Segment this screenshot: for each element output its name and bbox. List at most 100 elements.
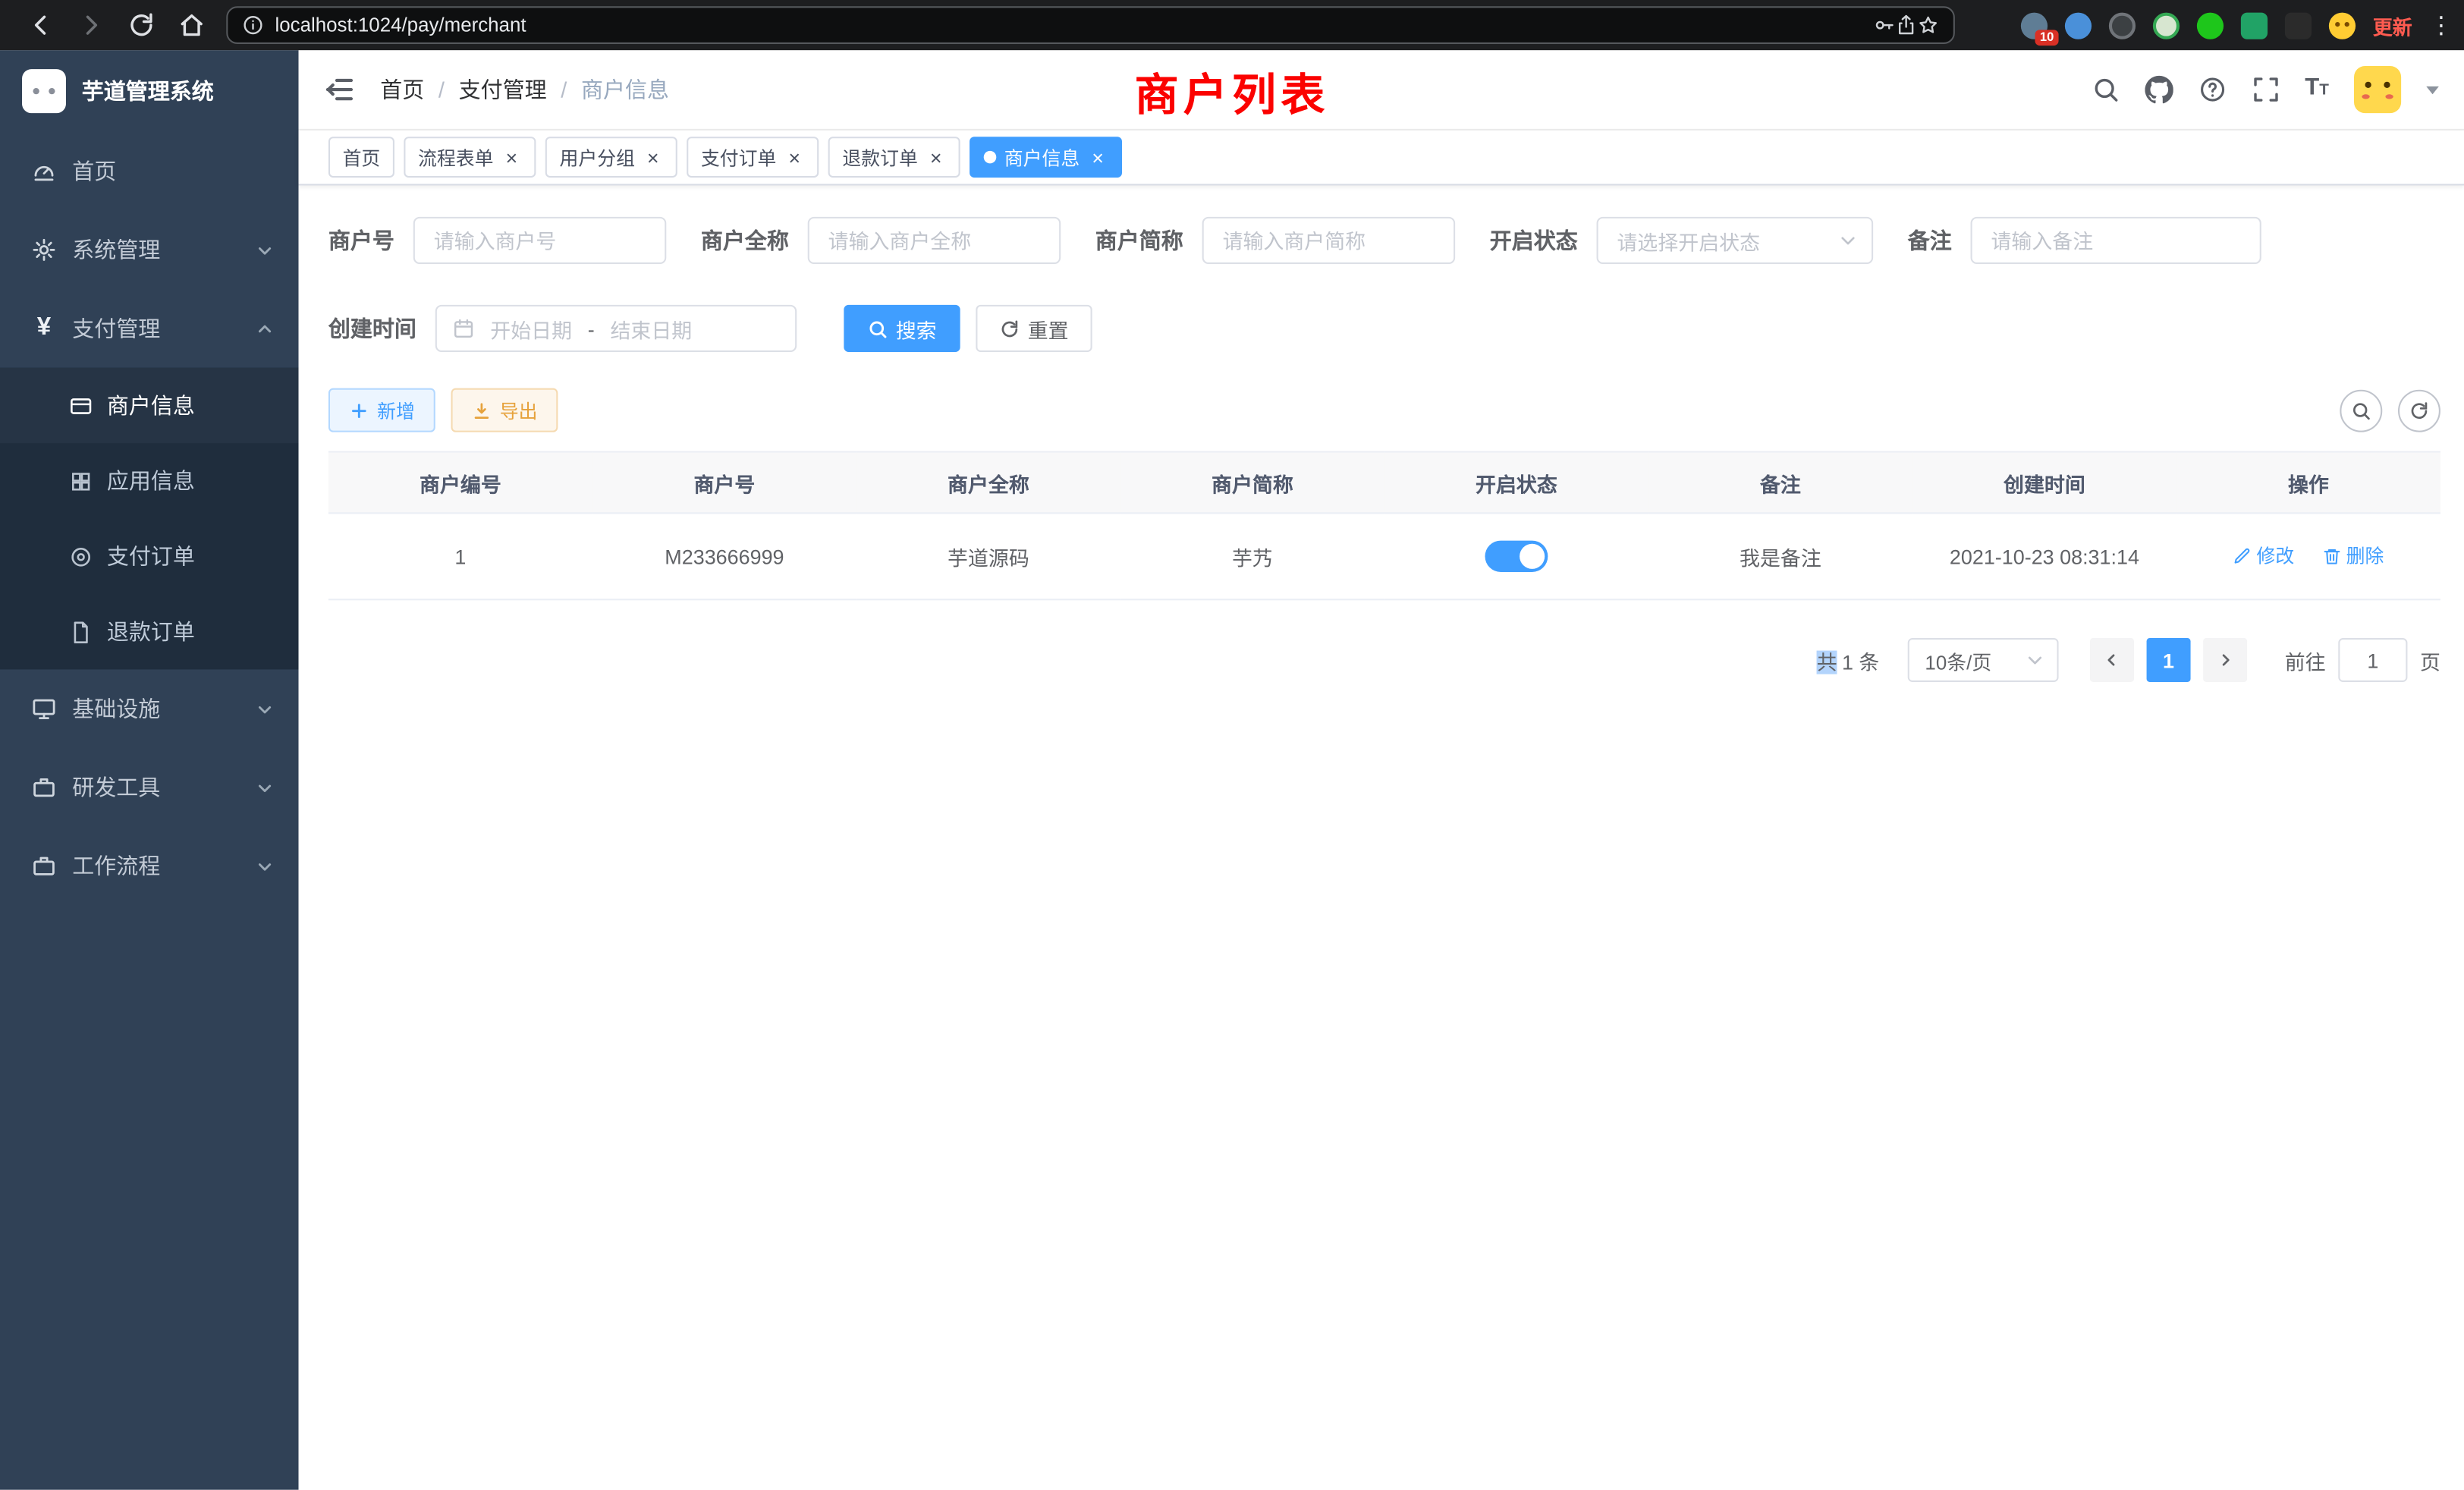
sidebar-item-app-info[interactable]: 应用信息 [0,443,299,518]
edit-button[interactable]: 修改 [2233,542,2294,569]
extension-icon[interactable] [2153,12,2180,39]
tab-merchant-info[interactable]: 商户信息× [970,137,1122,178]
page-number-1[interactable]: 1 [2147,638,2191,682]
chrome-extensions-area: 10 更新 ⋮ [2021,10,2448,39]
briefcase-icon [31,853,56,879]
github-icon[interactable] [2145,75,2173,103]
sidebar-item-devtools[interactable]: 研发工具 [0,748,299,827]
merchant-table: 商户编号 商户号 商户全称 商户简称 开启状态 备注 创建时间 操作 1 [328,451,2440,601]
breadcrumb: 首页 / 支付管理 / 商户信息 [380,74,669,105]
hamburger-icon[interactable] [324,74,355,105]
pagination: 共1 条 10条/页 1 前往 页 [328,638,2440,682]
next-page-button[interactable] [2203,638,2247,682]
extension-icon[interactable] [2109,12,2136,39]
url-bar[interactable]: localhost:1024/pay/merchant [226,6,1955,44]
delete-button[interactable]: 删除 [2323,542,2384,569]
close-icon[interactable]: × [501,147,522,168]
breadcrumb-pay[interactable]: 支付管理 [459,74,547,105]
refresh-icon[interactable] [2398,389,2440,432]
sidebar-item-pay-order[interactable]: 支付订单 [0,519,299,594]
sidebar-item-merchant-info[interactable]: 商户信息 [0,368,299,443]
breadcrumb-separator: / [561,77,567,102]
show-search-icon[interactable] [2340,389,2382,432]
tab-home[interactable]: 首页 [328,137,394,178]
cell-id: 1 [328,513,592,599]
annotation-merchant-list: 商户列表 [1135,61,1330,124]
bookmark-star-icon[interactable] [1917,14,1939,36]
back-icon[interactable] [27,11,55,39]
logo [22,69,66,113]
close-icon[interactable]: × [1088,147,1108,168]
info-icon[interactable] [242,14,264,36]
calendar-icon [453,317,475,339]
breadcrumb-separator: / [438,77,445,102]
top-navbar: 首页 / 支付管理 / 商户信息 商户列表 TT [299,50,2464,130]
search-button[interactable]: 搜索 [844,305,960,352]
tab-pay-order[interactable]: 支付订单× [687,137,819,178]
share-icon[interactable] [1895,14,1917,36]
status-select[interactable]: 请选择开启状态 [1597,217,1874,264]
table-row: 1 M233666999 芋道源码 芋艿 我是备注 2021-10-23 08:… [328,513,2440,599]
tab-process-form[interactable]: 流程表单× [404,137,536,178]
browser-profile-avatar[interactable] [2329,12,2356,39]
avatar[interactable] [2354,66,2401,113]
close-icon[interactable]: × [643,147,663,168]
search-icon[interactable] [2091,75,2119,103]
extension-icon[interactable]: 10 [2021,12,2048,39]
help-icon[interactable] [2198,75,2226,103]
full-name-input[interactable] [808,217,1061,264]
goto-page-input[interactable] [2338,638,2407,682]
browser-update-button[interactable]: 更新 [2373,10,2412,39]
sidebar-item-home[interactable]: 首页 [0,132,299,211]
home-icon[interactable] [178,11,206,39]
tab-user-group[interactable]: 用户分组× [545,137,677,178]
short-name-input[interactable] [1202,217,1456,264]
cell-remark: 我是备注 [1648,513,1912,599]
tab-refund-order[interactable]: 退款订单× [828,137,960,178]
status-toggle[interactable] [1485,541,1548,572]
logo-row[interactable]: 芋道管理系统 [0,50,299,132]
chevron-down-icon [256,700,274,718]
extension-icon[interactable] [2241,12,2268,39]
chevron-up-icon [256,320,274,338]
export-button[interactable]: 导出 [451,388,558,432]
main: 首页 / 支付管理 / 商户信息 商户列表 TT [299,50,2464,1489]
field-remark: 备注 [1908,217,2261,264]
close-icon[interactable]: × [784,147,805,168]
field-merchant-no: 商户号 [328,217,666,264]
sidebar-item-system[interactable]: 系统管理 [0,211,299,290]
remark-input[interactable] [1971,217,2261,264]
reset-button[interactable]: 重置 [976,305,1092,352]
key-icon[interactable] [1873,14,1895,36]
search-form-row-1: 商户号 商户全称 商户简称 开启状态 请选择开启状态 [328,217,2440,264]
merchant-no-input[interactable] [413,217,667,264]
extension-icon[interactable] [2065,12,2092,39]
fullscreen-icon[interactable] [2252,75,2280,103]
add-button[interactable]: 新增 [328,388,435,432]
cell-merchant-no: M233666999 [592,513,856,599]
prev-page-button[interactable] [2090,638,2134,682]
pay-submenu: 商户信息 应用信息 支付订单 退款订单 [0,368,299,670]
browser-menu-icon[interactable]: ⋮ [2429,11,2445,39]
forward-icon[interactable] [77,11,105,39]
reload-icon[interactable] [127,11,156,39]
extension-icon[interactable] [2285,12,2312,39]
page-size-select[interactable]: 10条/页 [1908,638,2059,682]
url-text[interactable]: localhost:1024/pay/merchant [275,14,1874,36]
sidebar-item-infra[interactable]: 基础设施 [0,669,299,748]
monitor-icon [31,696,56,721]
chevron-down-icon [2026,651,2044,670]
font-size-icon[interactable]: TT [2305,74,2329,105]
caret-down-icon[interactable] [2426,86,2439,93]
sidebar-item-pay[interactable]: ¥ 支付管理 [0,289,299,368]
table-toolbar: 新增 导出 [328,388,2440,432]
extension-icon[interactable] [2197,12,2224,39]
breadcrumb-home[interactable]: 首页 [380,74,424,105]
field-create-time: 创建时间 开始日期 - 结束日期 [328,305,797,352]
close-icon[interactable]: × [926,147,946,168]
date-range-picker[interactable]: 开始日期 - 结束日期 [435,305,797,352]
date-separator: - [588,316,595,340]
field-status: 开启状态 请选择开启状态 [1490,217,1873,264]
sidebar-item-refund-order[interactable]: 退款订单 [0,594,299,669]
sidebar-item-workflow[interactable]: 工作流程 [0,827,299,906]
